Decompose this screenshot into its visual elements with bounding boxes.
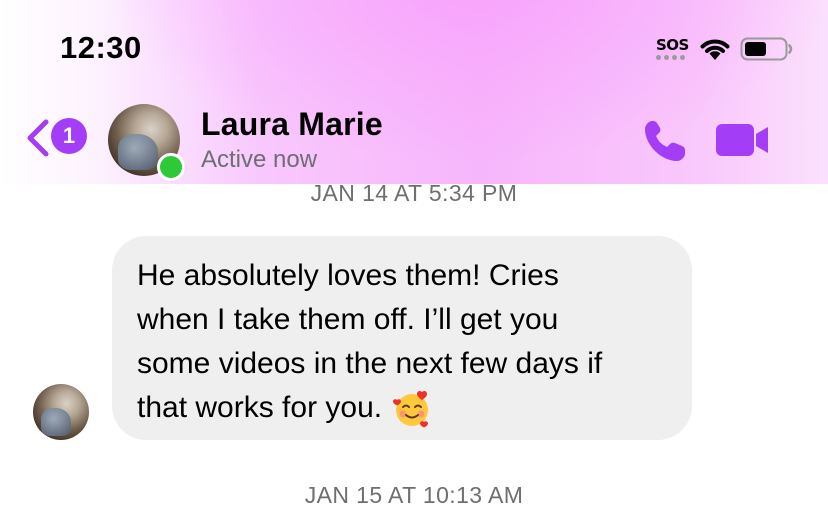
sender-avatar[interactable] (33, 384, 89, 440)
back-button[interactable]: 1 (24, 116, 94, 160)
message-bubble[interactable]: He absolutely loves them! Cries when I t… (112, 236, 692, 440)
contact-status: Active now (201, 146, 318, 173)
message-text: He absolutely loves them! Cries when I t… (137, 259, 603, 424)
battery-icon (740, 37, 793, 61)
contact-avatar[interactable] (108, 104, 185, 181)
message-timestamp: JAN 15 AT 10:13 AM (304, 482, 524, 508)
unread-count-badge: 1 (51, 118, 87, 154)
status-bar: 12:30 SOS (0, 0, 828, 96)
signal-dots-icon (656, 55, 685, 60)
smiling-face-with-hearts-icon (393, 390, 429, 428)
phone-call-icon[interactable] (642, 118, 690, 164)
wifi-icon (700, 39, 730, 60)
conversation-header: 1 Laura Marie Active now (0, 96, 828, 186)
contact-name[interactable]: Laura Marie (201, 106, 383, 143)
message-timestamp: JAN 14 AT 5:34 PM (310, 180, 518, 206)
sos-label: SOS (656, 36, 689, 54)
status-time: 12:30 (60, 30, 142, 65)
sos-indicator: SOS (656, 36, 690, 64)
chevron-left-icon (27, 119, 49, 157)
online-status-dot (157, 153, 185, 181)
video-call-icon[interactable] (714, 122, 770, 158)
